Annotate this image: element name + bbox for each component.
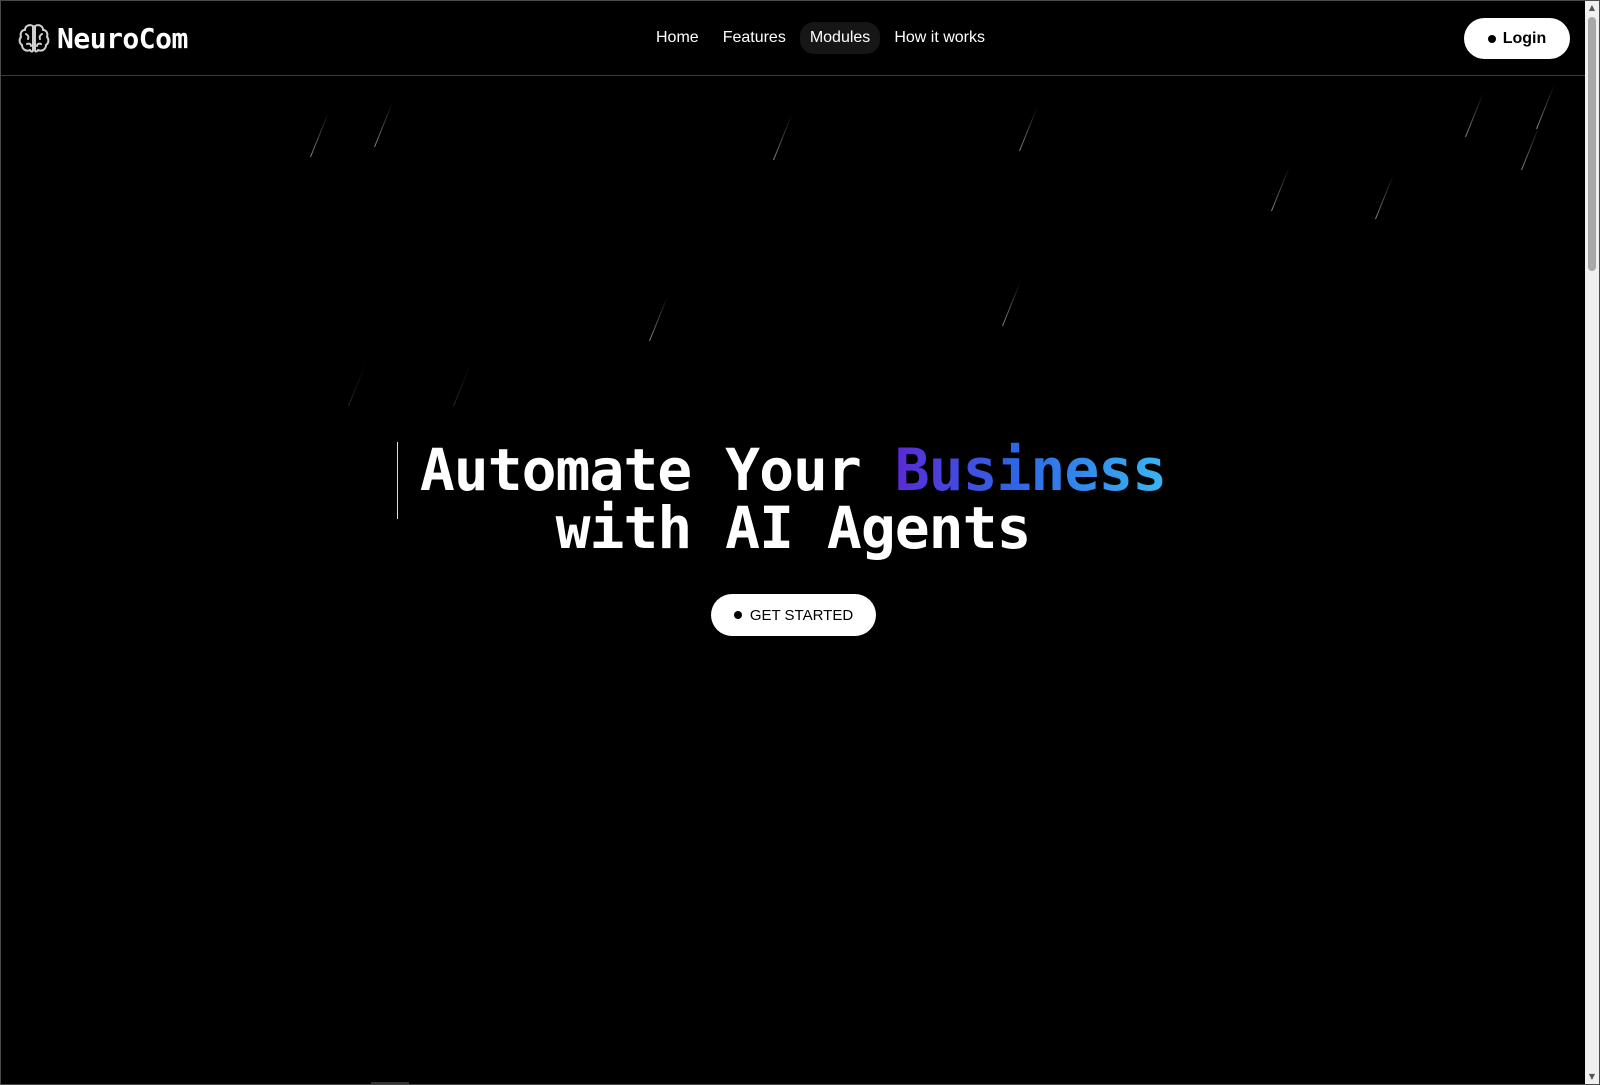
nav-link-modules[interactable]: Modules <box>799 22 881 54</box>
dot-icon <box>733 611 742 619</box>
bottom-divider <box>371 1082 409 1084</box>
headline-part-2: with AI Agents <box>555 494 1032 562</box>
rain-streak <box>310 112 329 158</box>
rain-streak <box>348 361 367 407</box>
scroll-down-arrow-icon[interactable]: ▼ <box>1585 1070 1599 1084</box>
get-started-label: GET STARTED <box>749 606 854 624</box>
vertical-scrollbar[interactable]: ▲ ▼ <box>1585 1 1599 1084</box>
main-nav: Home Features Modules How it works <box>646 22 995 54</box>
rain-streak <box>1465 92 1484 138</box>
rain-streak <box>649 296 668 342</box>
brain-icon <box>18 24 50 53</box>
page: NeuroCom Home Features Modules How it wo… <box>0 0 1600 1085</box>
rain-streak <box>1002 281 1021 327</box>
login-button-label: Login <box>1502 29 1547 47</box>
nav-link-how-it-works[interactable]: How it works <box>884 22 995 54</box>
rain-streak <box>1521 125 1540 171</box>
login-button[interactable]: Login <box>1464 18 1570 59</box>
nav-link-home[interactable]: Home <box>646 22 709 54</box>
get-started-button[interactable]: GET STARTED <box>711 594 876 636</box>
hero-headline: Automate Your Business with AI Agents <box>1 441 1585 557</box>
dot-icon <box>1487 34 1496 43</box>
brand-logo[interactable]: NeuroCom <box>17 21 188 55</box>
top-navbar: NeuroCom Home Features Modules How it wo… <box>1 1 1585 76</box>
rain-streak <box>453 361 472 407</box>
rain-streak <box>1019 106 1038 152</box>
viewport: NeuroCom Home Features Modules How it wo… <box>1 1 1585 1084</box>
nav-link-features[interactable]: Features <box>713 22 796 54</box>
scroll-up-arrow-icon[interactable]: ▲ <box>1585 1 1599 15</box>
scrollbar-thumb[interactable] <box>1588 17 1596 271</box>
rain-streak <box>1536 84 1555 130</box>
rain-streak <box>374 102 393 148</box>
rain-streak <box>1271 166 1290 212</box>
brand-name: NeuroCom <box>57 21 188 55</box>
rain-streak <box>1375 174 1394 220</box>
hero-section: Automate Your Business with AI Agents <box>1 441 1585 557</box>
rain-streak <box>773 115 792 161</box>
